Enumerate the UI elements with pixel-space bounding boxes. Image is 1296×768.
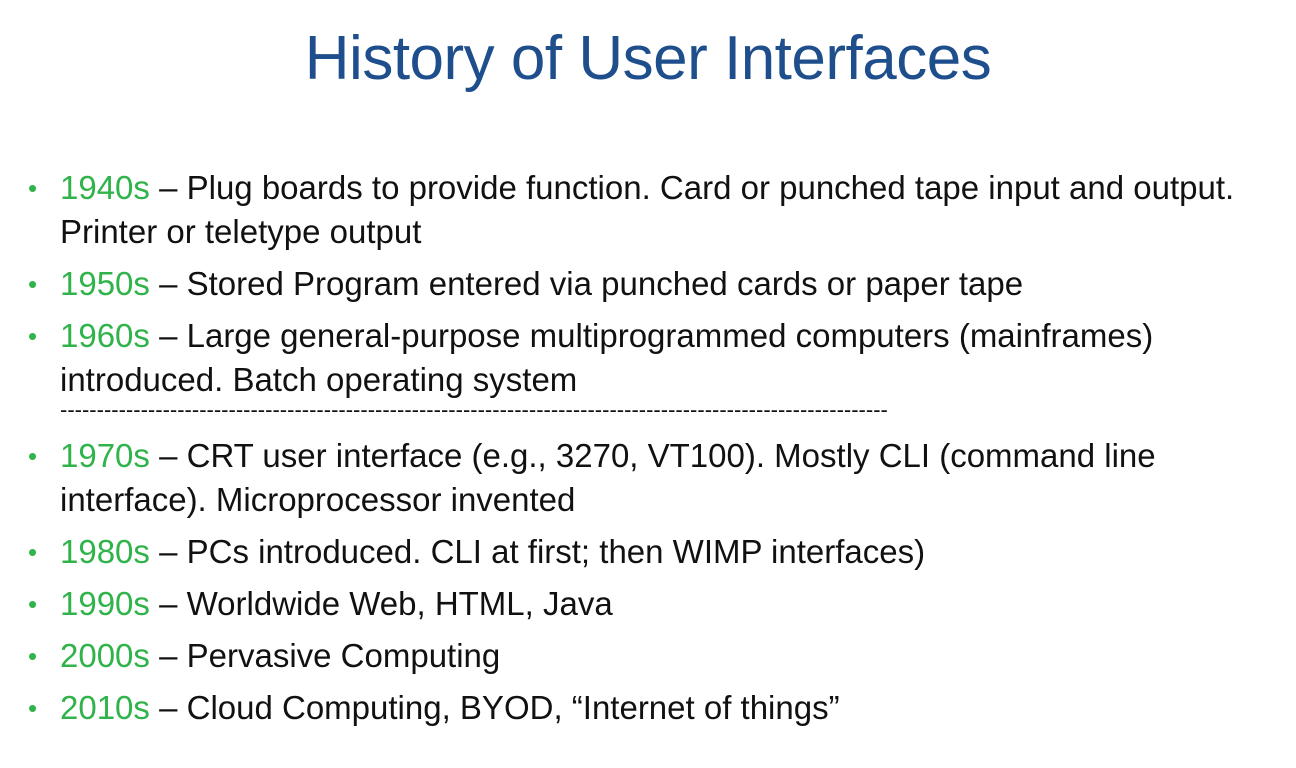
bullet-icon: • bbox=[28, 441, 38, 471]
bullet-icon: • bbox=[28, 693, 38, 723]
list-item-1990s: • 1990s – Worldwide Web, HTML, Java bbox=[24, 582, 1274, 626]
slide: History of User Interfaces • 1940s – Plu… bbox=[0, 0, 1296, 768]
decade-label: 1990s bbox=[60, 585, 150, 622]
item-text: – Stored Program entered via punched car… bbox=[149, 265, 1024, 302]
dashed-separator: ----------------------------------------… bbox=[60, 397, 888, 422]
list-item-1970s: • 1970s – CRT user interface (e.g., 3270… bbox=[24, 434, 1274, 522]
decade-label: 2010s bbox=[60, 689, 150, 726]
decade-label: 1950s bbox=[60, 265, 150, 302]
item-text: – Large general-purpose multiprogrammed … bbox=[60, 317, 1154, 398]
item-text: – Cloud Computing, BYOD, “Internet of th… bbox=[149, 689, 840, 726]
list-item-2000s: • 2000s – Pervasive Computing bbox=[24, 634, 1274, 678]
bullet-icon: • bbox=[28, 321, 38, 351]
item-text: – PCs introduced. CLI at first; then WIM… bbox=[149, 533, 926, 570]
bullet-icon: • bbox=[28, 589, 38, 619]
list-item-1950s: • 1950s – Stored Program entered via pun… bbox=[24, 262, 1274, 306]
bullet-icon: • bbox=[28, 537, 38, 567]
decade-label: 1980s bbox=[60, 533, 150, 570]
decade-label: 1940s bbox=[60, 169, 150, 206]
item-text: – CRT user interface (e.g., 3270, VT100)… bbox=[60, 437, 1156, 518]
bullet-icon: • bbox=[28, 173, 38, 203]
timeline-list: • 1940s – Plug boards to provide functio… bbox=[24, 166, 1274, 738]
bullet-icon: • bbox=[28, 269, 38, 299]
list-item-1980s: • 1980s – PCs introduced. CLI at first; … bbox=[24, 530, 1274, 574]
list-item-1960s: • 1960s – Large general-purpose multipro… bbox=[24, 314, 1274, 402]
decade-label: 1970s bbox=[60, 437, 150, 474]
item-text: – Worldwide Web, HTML, Java bbox=[149, 585, 613, 622]
bullet-icon: • bbox=[28, 641, 38, 671]
item-text: – Pervasive Computing bbox=[149, 637, 501, 674]
decade-label: 2000s bbox=[60, 637, 150, 674]
slide-title: History of User Interfaces bbox=[304, 24, 992, 93]
list-item-1940s: • 1940s – Plug boards to provide functio… bbox=[24, 166, 1274, 254]
decade-label: 1960s bbox=[60, 317, 150, 354]
item-text: – Plug boards to provide function. Card … bbox=[60, 169, 1235, 250]
list-item-2010s: • 2010s – Cloud Computing, BYOD, “Intern… bbox=[24, 686, 1274, 730]
